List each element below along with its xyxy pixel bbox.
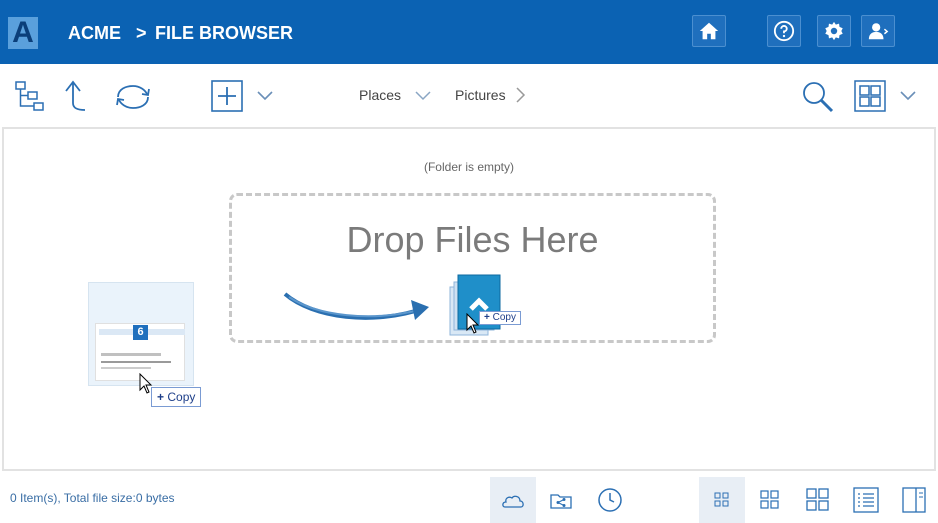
details-list-view-button[interactable]	[843, 477, 889, 523]
chevron-right-icon	[516, 87, 526, 103]
small-grid-icon	[714, 492, 729, 507]
large-grid-icon	[806, 488, 829, 511]
new-item-button[interactable]	[210, 80, 244, 112]
breadcrumb-separator: >	[136, 23, 147, 43]
dragged-files-thumbnail: 6	[88, 282, 194, 386]
new-item-icon	[211, 80, 243, 112]
folder-tree-icon	[15, 81, 44, 111]
page-title: FILE BROWSER	[155, 23, 293, 43]
pictures-chevron[interactable]	[513, 86, 527, 104]
chevron-down-icon	[257, 91, 273, 101]
settings-button[interactable]	[817, 15, 851, 47]
drag-count-badge: 6	[133, 325, 148, 340]
status-text: 0 Item(s), Total file size:0 bytes	[10, 491, 175, 505]
home-icon	[699, 22, 719, 40]
share-icon	[550, 494, 572, 509]
search-icon	[803, 82, 834, 113]
history-icon	[598, 488, 622, 512]
up-folder-button[interactable]	[59, 79, 89, 113]
brand-name[interactable]: ACME	[68, 22, 121, 44]
new-item-dropdown[interactable]	[255, 88, 275, 104]
app-logo: A	[8, 17, 38, 49]
help-button[interactable]	[767, 15, 801, 47]
up-arrow-icon	[65, 80, 86, 111]
chevron-down-icon	[900, 91, 916, 101]
help-icon	[773, 20, 795, 42]
medium-grid-view-button[interactable]	[747, 477, 793, 523]
settings-icon	[825, 21, 843, 41]
empty-folder-message: (Folder is empty)	[423, 160, 515, 174]
preview-pane-view-button[interactable]	[891, 477, 937, 523]
user-menu-icon	[868, 23, 889, 40]
preview-pane-icon	[902, 487, 926, 513]
cloud-icon	[502, 495, 524, 508]
folder-tree-button[interactable]	[13, 79, 47, 113]
copy-tooltip: + Copy	[151, 387, 202, 407]
history-button[interactable]	[587, 477, 633, 523]
view-mode-button[interactable]	[853, 80, 887, 112]
copy-label: Copy	[167, 390, 196, 404]
chevron-down-icon	[415, 91, 431, 101]
view-mode-dropdown[interactable]	[898, 88, 918, 104]
places-label[interactable]: Places	[359, 87, 401, 103]
cursor-icon	[466, 313, 480, 334]
refresh-button[interactable]	[111, 80, 155, 114]
large-grid-view-button[interactable]	[795, 477, 841, 523]
small-grid-view-button[interactable]	[699, 477, 745, 523]
drop-copy-label: Copy	[492, 312, 516, 323]
home-button[interactable]	[692, 15, 726, 47]
pictures-label[interactable]: Pictures	[455, 87, 506, 103]
drop-copy-tooltip: + Copy	[479, 311, 521, 325]
app-header: A ACME > FILE BROWSER	[0, 0, 938, 64]
cloud-button[interactable]	[490, 477, 536, 523]
search-button[interactable]	[800, 80, 836, 114]
details-list-icon	[853, 487, 879, 513]
medium-grid-icon	[760, 490, 779, 509]
drop-zone-title: Drop Files Here	[346, 219, 599, 260]
places-dropdown[interactable]	[413, 88, 433, 104]
refresh-icon	[116, 85, 150, 109]
share-button[interactable]	[538, 477, 584, 523]
drag-arrow-illustration	[283, 292, 429, 320]
user-menu-button[interactable]	[861, 15, 895, 47]
grid-view-icon	[854, 80, 886, 112]
